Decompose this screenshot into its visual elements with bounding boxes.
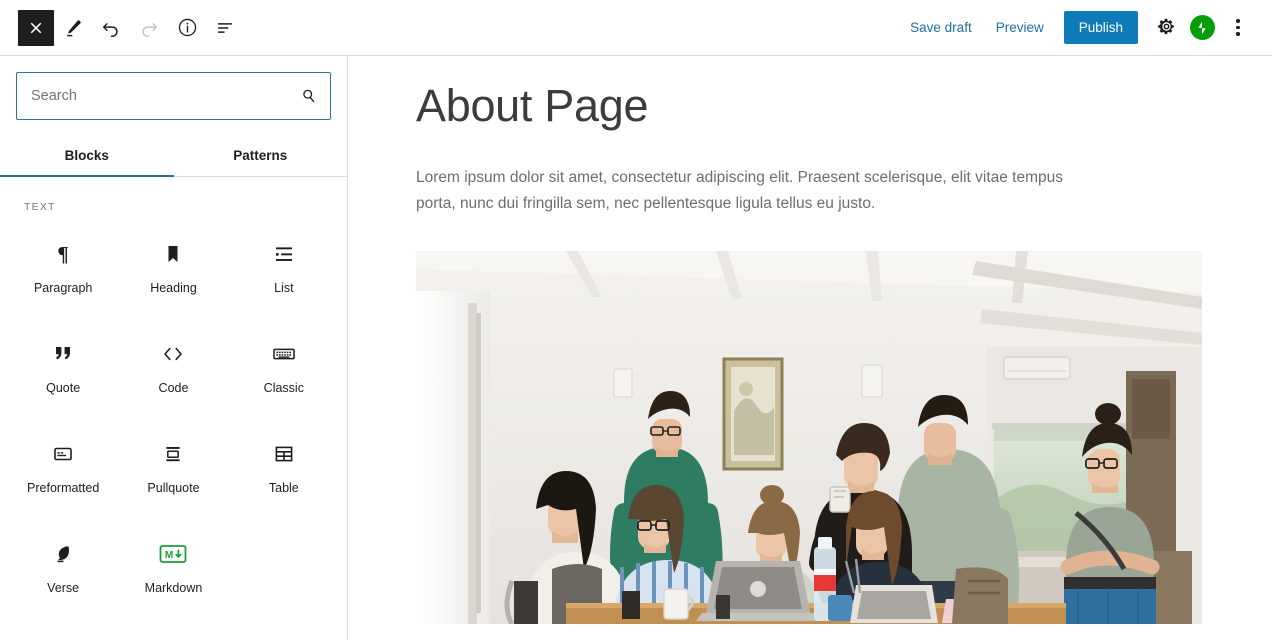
search-wrapper [0,56,347,120]
quote-icon [51,339,75,369]
pencil-icon [62,17,84,39]
table-icon [272,439,296,469]
editor-canvas: About Page Lorem ipsum dolor sit amet, c… [348,56,1272,640]
block-item-table[interactable]: Table [229,421,339,521]
gear-icon [1157,17,1176,39]
close-icon [28,20,44,36]
block-label: Table [268,481,299,495]
header-left-tools [0,8,244,48]
heading-icon [161,239,185,269]
search-icon [300,87,318,105]
markdown-icon: M [158,539,188,569]
search-field[interactable] [16,72,331,120]
svg-text:M: M [165,550,173,561]
search-input[interactable] [17,73,330,119]
block-grid: ¶ Paragraph Heading List Quote Code Clas… [0,221,347,621]
undo-icon [100,17,122,39]
block-inserter-panel: Blocks Patterns TEXT ¶ Paragraph Heading [0,56,348,640]
paragraph-icon: ¶ [51,239,75,269]
pullquote-icon [161,439,185,469]
block-label: Heading [150,281,197,295]
block-label: Classic [263,381,304,395]
preformatted-icon [51,439,75,469]
list-icon [272,239,296,269]
info-icon [177,17,198,38]
jetpack-button[interactable] [1184,10,1220,46]
classic-icon [271,339,297,369]
header-right-tools: Save draft Preview Publish [898,10,1272,46]
block-item-preformatted[interactable]: Preformatted [8,421,118,521]
svg-text:¶: ¶ [57,242,68,266]
block-label: Quote [46,381,81,395]
block-item-code[interactable]: Code [118,321,228,421]
publish-button[interactable]: Publish [1063,11,1138,44]
block-item-quote[interactable]: Quote [8,321,118,421]
block-item-list[interactable]: List [229,221,339,321]
block-label: Paragraph [33,281,93,295]
tab-blocks[interactable]: Blocks [0,136,174,177]
inserter-tabs: Blocks Patterns [0,136,347,177]
post-title[interactable]: About Page [348,56,1272,132]
group-photo-image [416,250,1202,624]
block-item-classic[interactable]: Classic [229,321,339,421]
block-label: Markdown [144,581,203,595]
redo-button[interactable] [130,8,168,48]
post-image-block[interactable] [416,250,1202,624]
block-item-heading[interactable]: Heading [118,221,228,321]
edit-mode-button[interactable] [54,8,92,48]
block-category-label: TEXT [24,201,56,213]
jetpack-icon [1189,15,1215,40]
block-item-paragraph[interactable]: ¶ Paragraph [8,221,118,321]
undo-button[interactable] [92,8,130,48]
verse-icon [51,539,75,569]
vertical-dots-icon [1236,19,1240,36]
block-label: Pullquote [147,481,200,495]
block-item-pullquote[interactable]: Pullquote [118,421,228,521]
close-editor-button[interactable] [18,9,54,46]
block-label: Preformatted [27,481,100,495]
more-options-button[interactable] [1220,10,1256,46]
block-label: Verse [47,581,80,595]
block-label: Code [158,381,189,395]
details-button[interactable] [168,8,206,48]
editor-header: Save draft Preview Publish [0,0,1272,56]
block-item-markdown[interactable]: M Markdown [118,521,228,621]
block-label: List [274,281,294,295]
redo-icon [138,17,160,39]
preview-button[interactable]: Preview [984,12,1056,43]
code-icon [160,339,186,369]
save-draft-button[interactable]: Save draft [898,12,984,43]
list-view-button[interactable] [206,8,244,48]
list-view-icon [214,17,236,39]
settings-button[interactable] [1148,10,1184,46]
tab-patterns[interactable]: Patterns [174,136,348,176]
post-paragraph-block[interactable]: Lorem ipsum dolor sit amet, consectetur … [348,132,1150,217]
block-item-verse[interactable]: Verse [8,521,118,621]
